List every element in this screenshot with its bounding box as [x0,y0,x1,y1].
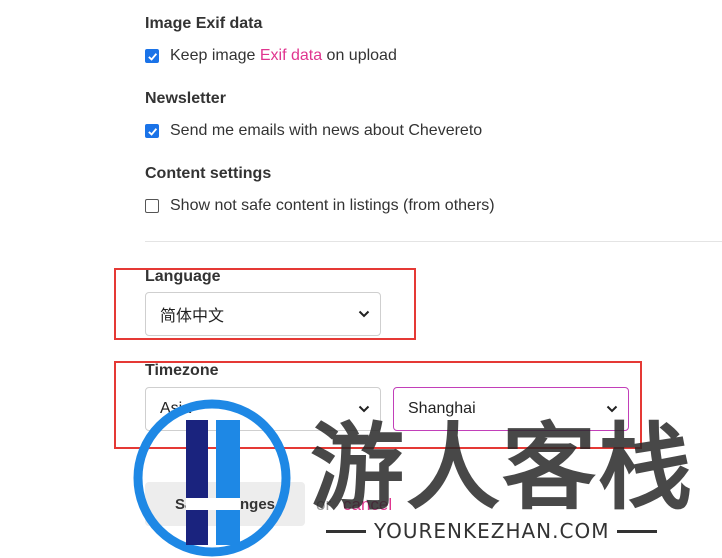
newsletter-checkbox[interactable] [145,124,159,138]
watermark-text: 游人客栈 [310,414,695,523]
watermark-bar-right [617,529,658,533]
watermark-bar-left [326,529,366,533]
nsfw-checkbox[interactable] [145,199,159,213]
nsfw-label: Show not safe content in listings (from … [170,197,495,214]
content-checkbox-row[interactable]: Show not safe content in listings (from … [145,197,495,215]
content-section-title: Content settings [145,165,272,182]
watermark-logo-icon [133,399,291,557]
newsletter-checkbox-row[interactable]: Send me emails with news about Chevereto [145,122,482,140]
exif-section-title: Image Exif data [145,15,263,32]
section-divider [145,241,722,242]
exif-label-suffix: on upload [322,47,397,64]
watermark-url: YOURENKEZHAN.COM [374,519,610,543]
newsletter-section-title: Newsletter [145,90,226,107]
watermark-subtext: YOURENKEZHAN.COM [318,519,665,543]
exif-checkbox[interactable] [145,49,159,63]
exif-checkbox-row[interactable]: Keep image Exif data on upload [145,47,397,65]
check-icon [147,52,157,61]
settings-page: Image Exif data Keep image Exif data on … [0,0,722,558]
newsletter-label: Send me emails with news about Chevereto [170,122,483,139]
exif-label-prefix: Keep image [170,47,260,64]
language-highlight-box [114,268,416,340]
check-icon [147,127,157,136]
exif-data-link[interactable]: Exif data [260,47,322,64]
exif-label: Keep image Exif data on upload [170,47,397,65]
